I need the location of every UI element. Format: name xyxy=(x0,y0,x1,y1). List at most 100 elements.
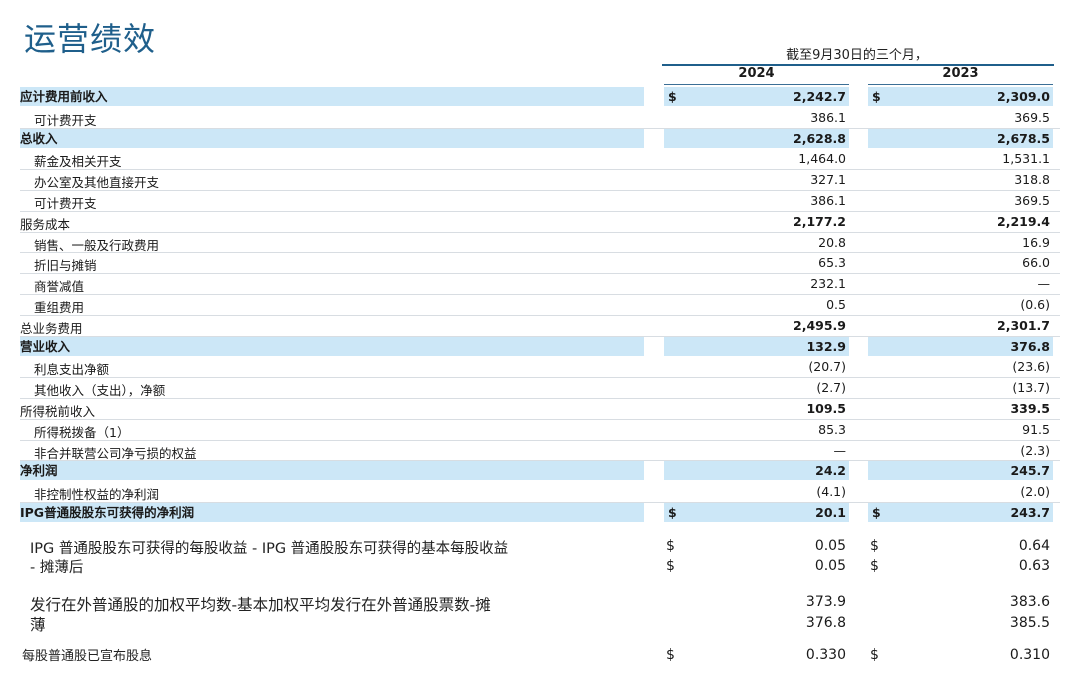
eps-diluted-2023: 0.63 xyxy=(1018,558,1050,574)
table-row: 利息支出净额 (20.7) (23.6) xyxy=(20,357,1060,379)
row-label: 总收入 xyxy=(20,128,644,148)
value-2023: 2,301.7 xyxy=(997,317,1050,333)
value-2023: (2.0) xyxy=(1020,484,1050,500)
value-2024: (2.7) xyxy=(816,380,846,396)
value-2023: 369.5 xyxy=(1014,109,1050,125)
row-label: 销售、一般及行政费用 xyxy=(34,237,160,253)
shares-label: 发行在外普通股的加权平均数-基本加权平均发行在外普通股票数-摊 xyxy=(30,596,491,614)
value-2023: 2,678.5 xyxy=(997,130,1050,146)
value-2023: 66.0 xyxy=(1022,255,1050,271)
dividend-2023: 0.310 xyxy=(1009,647,1050,663)
value-2024: 109.5 xyxy=(806,400,846,416)
row-label: IPG普通股股东可获得的净利润 xyxy=(20,502,644,522)
row-label: 营业收入 xyxy=(20,336,644,356)
value-2024: 85.3 xyxy=(818,421,846,437)
income-table: 应计费用前收入 $2,242.7 $2,309.0 可计费开支 386.1 369.5 总收… xyxy=(20,87,1060,524)
value-2023: 16.9 xyxy=(1022,234,1050,250)
table-row: 应计费用前收入 $2,242.7 $2,309.0 xyxy=(20,87,1060,108)
table-row: 总收入 2,628.8 2,678.5 xyxy=(20,128,1060,150)
value-2023: 376.8 xyxy=(1010,338,1050,354)
row-label: 所得税拨备（1） xyxy=(34,424,130,440)
currency-symbol: $ xyxy=(870,647,879,663)
currency-symbol: $ xyxy=(870,558,879,574)
table-row: 可计费开支 386.1 369.5 xyxy=(20,108,1060,129)
row-label: 商誉减值 xyxy=(34,279,85,295)
value-2023: 2,309.0 xyxy=(997,89,1050,104)
shares-diluted-2024: 376.8 xyxy=(805,615,846,631)
table-row: 商誉减值 232.1 — xyxy=(20,274,1060,295)
value-2024: 65.3 xyxy=(818,255,846,271)
value-2023: 339.5 xyxy=(1010,400,1050,416)
eps-label-diluted: - 摊薄后 xyxy=(30,560,84,576)
period-header: 截至9月30日的三个月， xyxy=(786,48,928,63)
dividend-label: 每股普通股已宣布股息 xyxy=(22,649,153,664)
table-row: 总业务费用 2,495.9 2,301.7 xyxy=(20,316,1060,337)
currency-symbol: $ xyxy=(666,647,675,663)
currency-symbol: $ xyxy=(872,89,881,104)
table-row: 所得税前收入 109.5 339.5 xyxy=(20,399,1060,420)
cell-2024: 24.2 xyxy=(664,461,849,481)
value-2023: 243.7 xyxy=(1010,504,1050,520)
value-2024: (20.7) xyxy=(808,359,846,375)
value-2024: — xyxy=(833,442,847,458)
table-row: 净利润 24.2 245.7 xyxy=(20,461,1060,482)
table-row: 销售、一般及行政费用 20.8 16.9 xyxy=(20,233,1060,254)
cell-2024: 132.9 xyxy=(664,336,849,356)
value-2023: — xyxy=(1037,276,1051,292)
value-2024: 20.8 xyxy=(818,234,846,250)
value-2024: 2,628.8 xyxy=(793,130,846,146)
eps-diluted-2024: 0.05 xyxy=(814,558,846,574)
table-row: 薪金及相关开支 1,464.0 1,531.1 xyxy=(20,149,1060,171)
table-row: 其他收入（支出），净额 (2.7) (13.7) xyxy=(20,378,1060,399)
value-2024: 2,495.9 xyxy=(793,317,846,333)
row-label: 其他收入（支出），净额 xyxy=(34,383,166,399)
year-2024-header: 2024 xyxy=(738,66,775,81)
row-label: 折旧与摊销 xyxy=(34,258,97,274)
value-2023: (0.6) xyxy=(1020,296,1050,312)
value-2024: 2,177.2 xyxy=(793,213,846,229)
table-row: 可计费开支 386.1 369.5 xyxy=(20,191,1060,212)
value-2023: 1,531.1 xyxy=(1002,151,1050,167)
row-label: 可计费开支 xyxy=(34,195,97,211)
table-row: 办公室及其他直接开支 327.1 318.8 xyxy=(20,170,1060,191)
value-2023: 91.5 xyxy=(1022,421,1050,437)
value-2023: 318.8 xyxy=(1014,172,1050,188)
value-2024: (4.1) xyxy=(816,484,846,500)
value-2024: 24.2 xyxy=(815,463,846,479)
cell-2024: $20.1 xyxy=(664,502,849,522)
row-label: 非合并联营公司净亏损的权益 xyxy=(34,445,197,461)
shares-basic-2024: 373.9 xyxy=(805,594,846,610)
dividend-2024: 0.330 xyxy=(805,647,846,663)
cell-2024: $2,242.7 xyxy=(664,87,849,106)
value-2023: 245.7 xyxy=(1010,463,1050,479)
year-2023-header: 2023 xyxy=(942,66,979,81)
value-2024: 327.1 xyxy=(810,172,846,188)
value-2023: (23.6) xyxy=(1012,359,1050,375)
shares-basic-2023: 383.6 xyxy=(1009,594,1050,610)
value-2023: 369.5 xyxy=(1014,192,1050,208)
year-divider xyxy=(868,84,1053,85)
row-label: 应计费用前收入 xyxy=(20,87,644,106)
value-2024: 2,242.7 xyxy=(793,89,846,104)
value-2023: 2,219.4 xyxy=(997,213,1050,229)
row-label: 利息支出净额 xyxy=(34,362,110,378)
currency-symbol: $ xyxy=(668,89,677,104)
value-2024: 132.9 xyxy=(806,338,846,354)
value-2024: 386.1 xyxy=(810,109,846,125)
cell-2023: 2,678.5 xyxy=(868,128,1053,148)
value-2024: 20.1 xyxy=(815,504,846,520)
currency-symbol: $ xyxy=(872,504,881,520)
table-row: 重组费用 0.5 (0.6) xyxy=(20,295,1060,316)
cell-2023: $2,309.0 xyxy=(868,87,1053,106)
row-label: 所得税前收入 xyxy=(20,403,96,419)
row-label: 薪金及相关开支 xyxy=(34,154,122,170)
cell-2023: 245.7 xyxy=(868,461,1053,481)
value-2024: 0.5 xyxy=(826,296,846,312)
row-label: 总业务费用 xyxy=(20,320,83,336)
row-label: 净利润 xyxy=(20,461,644,481)
table-row: 服务成本 2,177.2 2,219.4 xyxy=(20,212,1060,233)
eps-basic-2023: 0.64 xyxy=(1018,538,1050,554)
value-2024: 232.1 xyxy=(810,276,846,292)
table-row: 所得税拨备（1） 85.3 91.5 xyxy=(20,420,1060,441)
currency-symbol: $ xyxy=(668,504,677,520)
